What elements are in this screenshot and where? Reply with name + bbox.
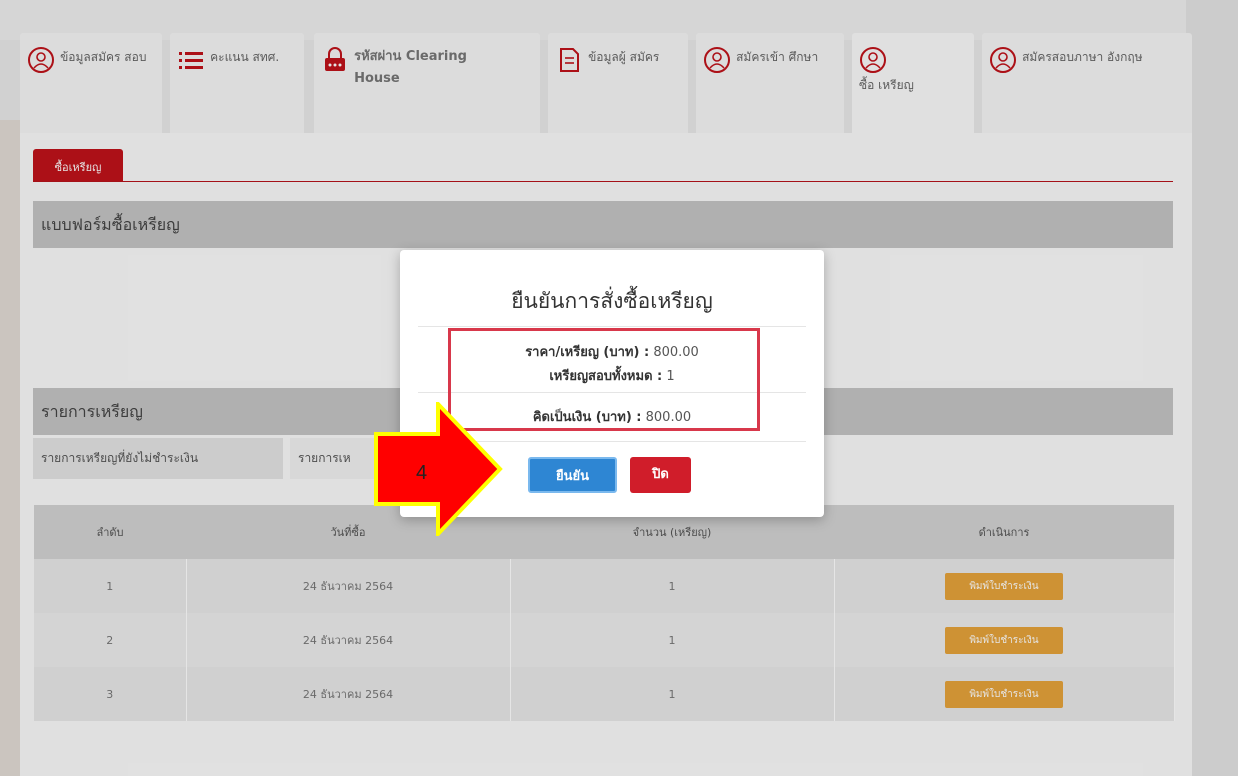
confirm-button[interactable]: ยืนยัน <box>528 457 617 493</box>
modal-title: ยืนยันการสั่งซื้อเหรียญ <box>511 289 713 313</box>
step-arrow-icon <box>374 402 503 536</box>
close-button[interactable]: ปิด <box>630 457 691 493</box>
step-number: 4 <box>416 462 428 484</box>
modal-divider <box>418 326 806 327</box>
